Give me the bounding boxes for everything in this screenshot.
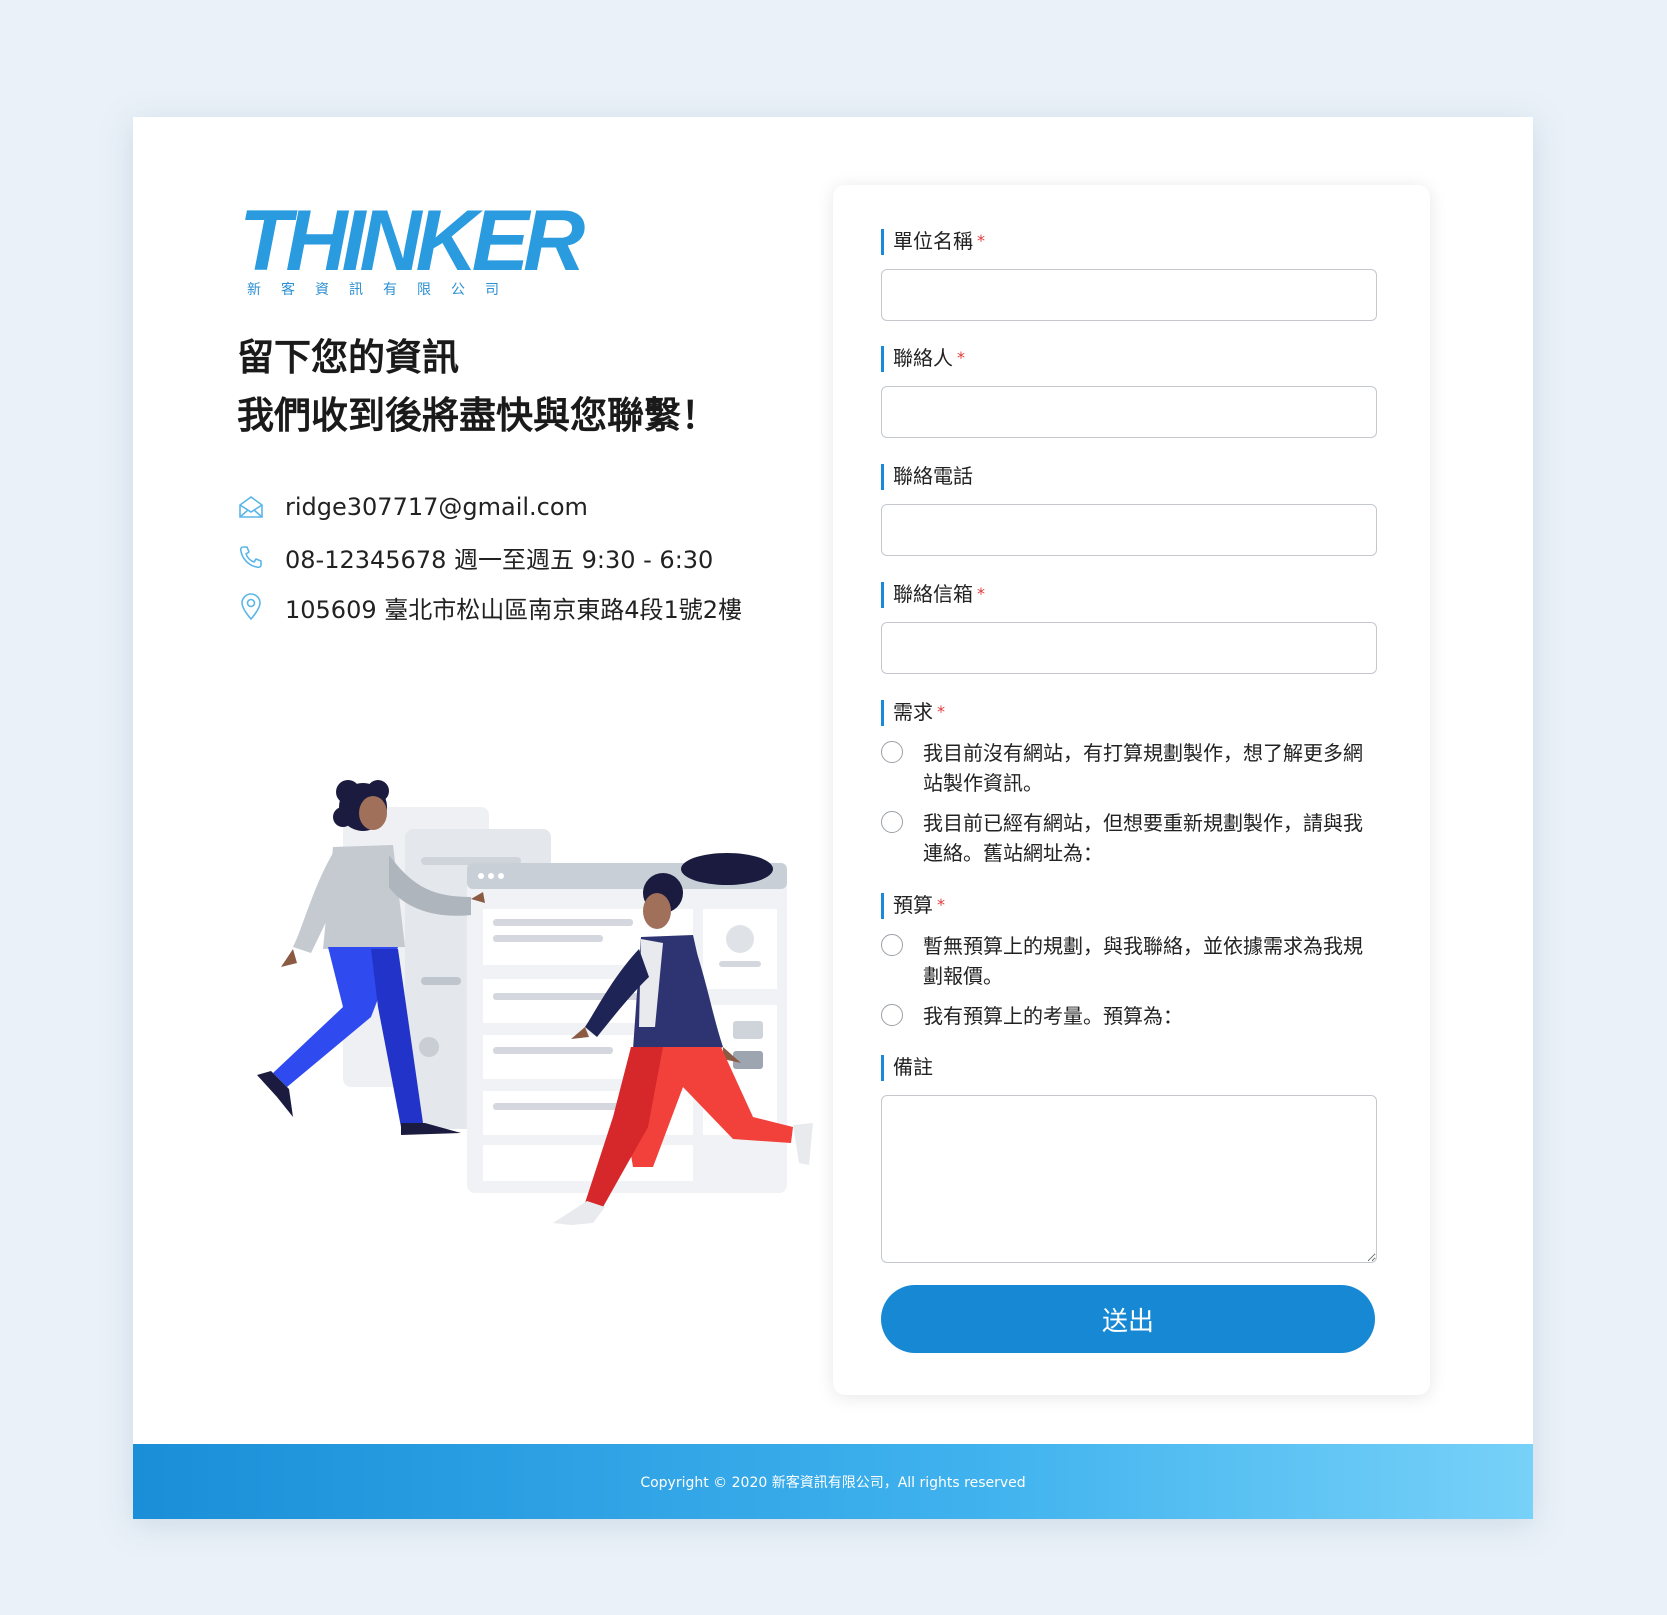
company-logo: THINKER 新客資訊有限公司 — [239, 193, 585, 305]
notes-label-text: 備註 — [893, 1055, 933, 1079]
contact-phone-row: 08-12345678 週一至週五 9:30 - 6:30 — [237, 532, 797, 582]
required-marker: * — [977, 231, 985, 250]
team-illustration — [193, 687, 913, 1307]
contact-phone: 08-12345678 週一至週五 9:30 - 6:30 — [285, 545, 714, 574]
radio-button[interactable] — [881, 741, 903, 763]
company-label-text: 單位名稱 — [893, 229, 973, 253]
company-input[interactable] — [881, 269, 1377, 321]
needs-label: 需求 * — [881, 700, 945, 726]
headline-line-1: 留下您的資訊 — [237, 336, 459, 379]
headline-line-2: 我們收到後將盡快與您聯繫！ — [237, 394, 718, 437]
footer: Copyright © 2020 新客資訊有限公司，All rights res… — [133, 1444, 1533, 1519]
notes-label: 備註 — [881, 1055, 933, 1081]
required-marker: * — [937, 895, 945, 914]
required-marker: * — [977, 584, 985, 603]
contact-person-label-text: 聯絡人 — [893, 346, 953, 370]
contact-email[interactable]: ridge307717@gmail.com — [285, 493, 588, 521]
phone-icon — [237, 543, 265, 571]
radio-button[interactable] — [881, 811, 903, 833]
main-card: THINKER 新客資訊有限公司 留下您的資訊 我們收到後將盡快與您聯繫！ ri… — [133, 117, 1533, 1519]
phone-label-text: 聯絡電話 — [893, 464, 973, 488]
needs-option-2-text: 我目前已經有網站，但想要重新規劃製作，請與我連絡。舊站網址為： — [923, 811, 1363, 865]
contact-address: 105609 臺北市松山區南京東路4段1號2樓 — [285, 595, 743, 624]
needs-label-text: 需求 — [893, 700, 933, 724]
required-marker: * — [957, 348, 965, 367]
email-label-text: 聯絡信箱 — [893, 582, 973, 606]
budget-option-2[interactable]: 我有預算上的考量。預算為： — [881, 1001, 1381, 1031]
location-pin-icon — [237, 593, 265, 621]
contact-form: 單位名稱 * 聯絡人 * 聯絡電話 聯絡信箱 * 需求 * 我目前沒有網站，有打算規劃製… — [833, 185, 1430, 1395]
mail-icon — [237, 493, 265, 521]
radio-button[interactable] — [881, 1004, 903, 1026]
page-headline: 留下您的資訊 我們收到後將盡快與您聯繫！ — [237, 329, 797, 445]
phone-label: 聯絡電話 — [881, 464, 973, 490]
radio-button[interactable] — [881, 934, 903, 956]
needs-option-1-text: 我目前沒有網站，有打算規劃製作，想了解更多網站製作資訊。 — [923, 741, 1363, 795]
logo-wordmark: THINKER — [239, 193, 585, 289]
contact-email-row: ridge307717@gmail.com — [237, 482, 797, 532]
contact-person-input[interactable] — [881, 386, 1377, 438]
budget-label-text: 預算 — [893, 893, 933, 917]
budget-option-1-text: 暫無預算上的規劃，與我聯絡，並依據需求為我規劃報價。 — [923, 934, 1363, 988]
needs-option-2[interactable]: 我目前已經有網站，但想要重新規劃製作，請與我連絡。舊站網址為： — [881, 808, 1381, 868]
logo-subtitle: 新客資訊有限公司 — [247, 282, 519, 298]
required-marker: * — [937, 702, 945, 721]
email-input[interactable] — [881, 622, 1377, 674]
contact-address-row: 105609 臺北市松山區南京東路4段1號2樓 — [237, 582, 797, 632]
budget-option-2-text: 我有預算上的考量。預算為： — [923, 1004, 1183, 1028]
company-label: 單位名稱 * — [881, 229, 985, 255]
budget-option-1[interactable]: 暫無預算上的規劃，與我聯絡，並依據需求為我規劃報價。 — [881, 931, 1381, 991]
phone-input[interactable] — [881, 504, 1377, 556]
email-label: 聯絡信箱 * — [881, 582, 985, 608]
contact-person-label: 聯絡人 * — [881, 346, 965, 372]
notes-textarea[interactable] — [881, 1095, 1377, 1263]
budget-label: 預算 * — [881, 893, 945, 919]
submit-button[interactable]: 送出 — [881, 1285, 1375, 1353]
needs-option-1[interactable]: 我目前沒有網站，有打算規劃製作，想了解更多網站製作資訊。 — [881, 738, 1381, 798]
contact-info: ridge307717@gmail.com 08-12345678 週一至週五 … — [237, 482, 797, 632]
copyright-text: Copyright © 2020 新客資訊有限公司，All rights res… — [640, 1474, 1026, 1491]
